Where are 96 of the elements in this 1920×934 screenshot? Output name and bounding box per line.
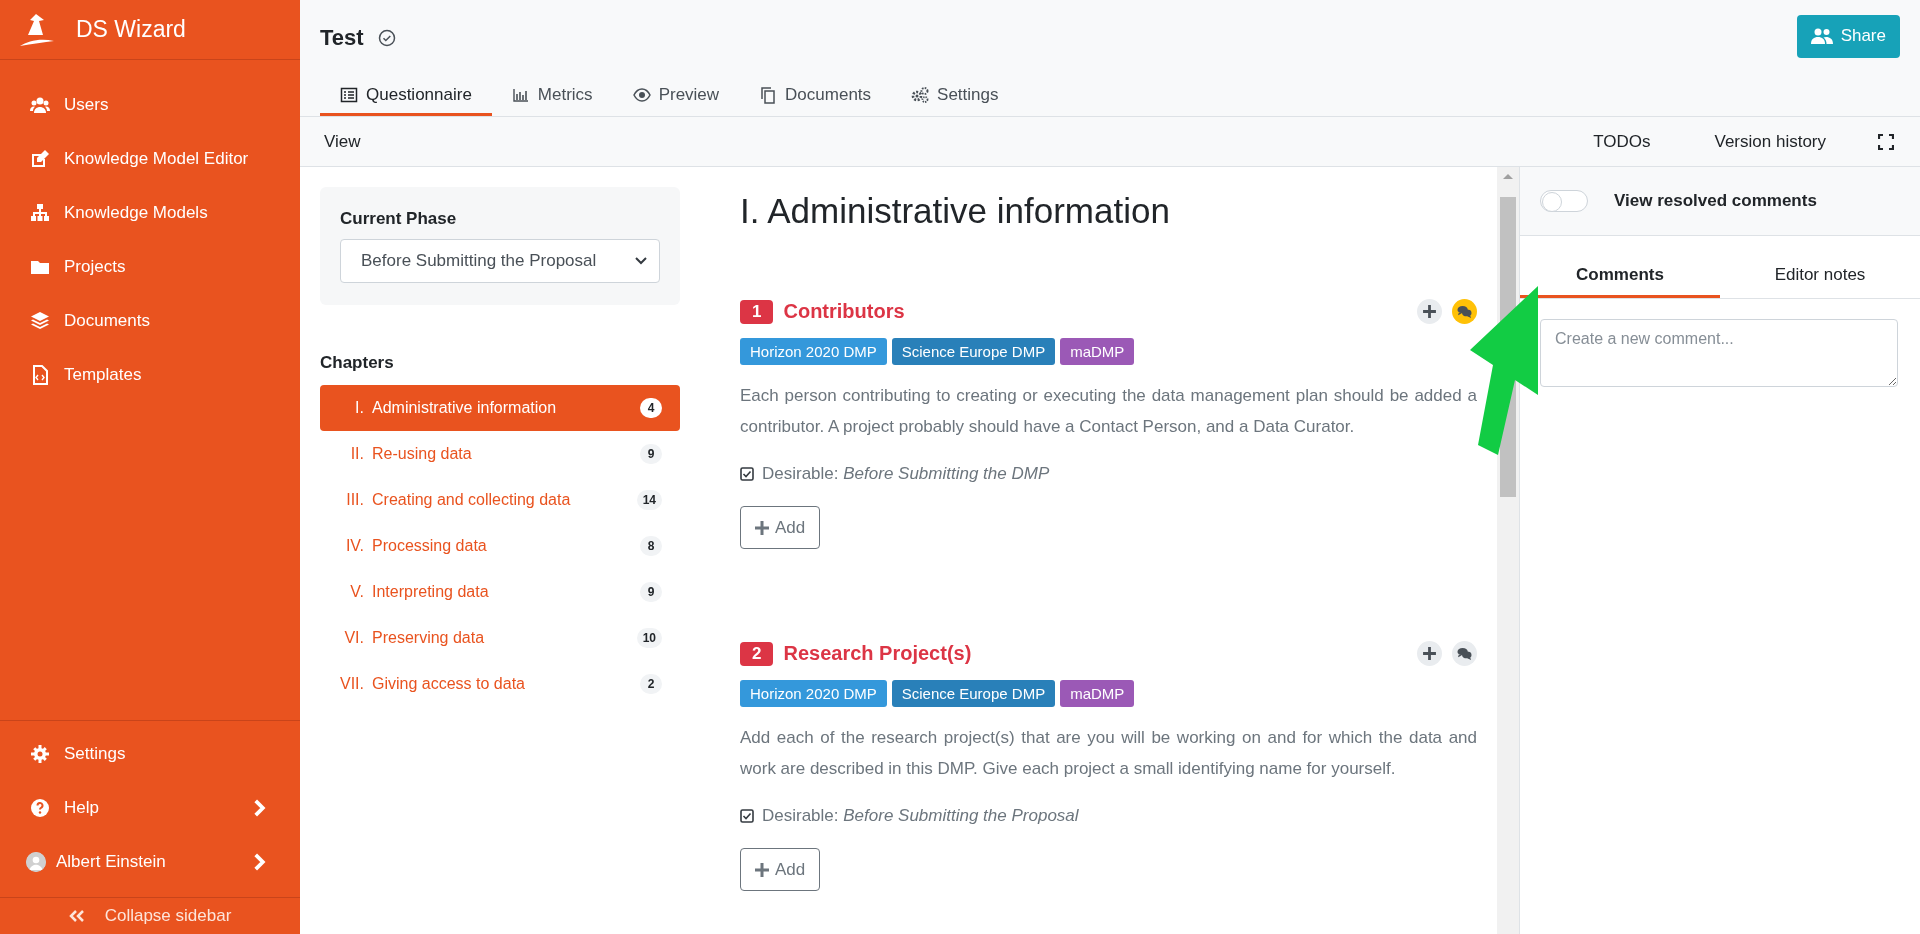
project-title: Test — [320, 25, 364, 51]
fullscreen-icon[interactable] — [1878, 133, 1894, 150]
chapter-title: Re-using data — [372, 445, 472, 463]
toolbar-link[interactable]: Version history — [1702, 131, 1838, 152]
plus-icon — [755, 520, 769, 535]
tag: Science Europe DMP — [891, 338, 1056, 365]
chapter-item[interactable]: VI. Preserving data 10 — [320, 615, 680, 661]
check-circle-icon — [377, 29, 396, 47]
sitemap-icon — [30, 203, 50, 223]
chapter-title: Interpreting data — [372, 583, 489, 601]
chapter-title: Creating and collecting data — [372, 491, 571, 509]
desirable-phase: Desirable: Before Submitting the Proposal — [762, 806, 1079, 827]
plus-icon — [755, 862, 769, 877]
add-item-button[interactable] — [1417, 641, 1442, 667]
chapter-number: II. — [349, 445, 365, 463]
phase-label: Current Phase — [340, 209, 458, 229]
comments-icon — [1457, 304, 1472, 319]
comments-button[interactable] — [1452, 299, 1477, 324]
sidebar-item[interactable]: Settings — [0, 727, 300, 781]
chapter-item[interactable]: V. Interpreting data 9 — [320, 569, 680, 615]
layers-icon — [30, 311, 50, 331]
chapter-number: I. — [354, 399, 365, 417]
file-code-icon — [30, 365, 50, 385]
question-count: 14 — [636, 490, 662, 510]
chapter-title: I. Administrative information — [740, 191, 1171, 231]
app-name: DS Wizard — [76, 16, 186, 43]
chapter-title: Processing data — [372, 537, 487, 555]
plus-icon — [1422, 304, 1437, 319]
tab[interactable]: Settings — [891, 76, 1019, 116]
sidebar-item[interactable]: Knowledge Models — [0, 186, 300, 240]
chevron-down-icon — [635, 257, 647, 265]
toolbar-link[interactable]: TODOs — [1581, 131, 1663, 152]
tab[interactable]: Metrics — [491, 76, 613, 116]
eye-icon — [632, 85, 651, 104]
chapter-number: III. — [345, 491, 365, 509]
question-count: 9 — [640, 444, 662, 464]
chapter-number: VI. — [343, 629, 365, 647]
help-icon — [30, 798, 50, 818]
chapter-item[interactable]: IV. Processing data 8 — [320, 523, 680, 569]
add-item-button[interactable] — [1417, 299, 1442, 324]
sidebar-item[interactable]: Users — [0, 78, 300, 132]
tab[interactable]: Preview — [612, 76, 740, 116]
sidebar-item[interactable]: Help — [0, 781, 300, 835]
sidebar-item[interactable]: Documents — [0, 294, 300, 348]
toggle-switch[interactable] — [1540, 190, 1588, 212]
chapter-number: IV. — [344, 537, 365, 555]
question-description: Each person contributing to creating or executing the data management plan should be added a contributor. A project probably should have a Contact Person, and a Data Curator. — [740, 385, 1477, 438]
user-menu[interactable]: Albert Einstein — [0, 835, 300, 889]
chapter-item[interactable]: VII. Giving access to data 2 — [320, 661, 680, 707]
question-number: 1 — [740, 299, 774, 324]
chapter-item[interactable]: I. Administrative information 4 — [320, 385, 680, 431]
question-description: Add each of the research project(s) that are you will be working on and for which the data and work are described in this DMP. Give each project a small identifying name for yourself. — [740, 727, 1477, 780]
view-menu[interactable]: View — [312, 131, 373, 152]
question-count: 2 — [640, 674, 662, 694]
question-count: 10 — [636, 628, 662, 648]
settings-icon — [30, 744, 50, 764]
comments-icon — [1457, 646, 1472, 662]
question-count: 9 — [640, 582, 662, 602]
add-button[interactable]: Add — [740, 506, 821, 550]
tag: Horizon 2020 DMP — [740, 680, 887, 708]
tab[interactable]: Documents — [739, 76, 892, 116]
tag: maDMP — [1060, 680, 1135, 708]
tag: maDMP — [1060, 338, 1135, 365]
comments-button[interactable] — [1452, 641, 1477, 667]
question-count: 4 — [640, 398, 662, 418]
sidebar-item[interactable]: Projects — [0, 240, 300, 294]
chapter-title: Administrative information — [372, 399, 557, 417]
question-title: Contributors — [783, 300, 905, 323]
phase-select[interactable]: Before Submitting the Proposal — [340, 239, 660, 283]
users-icon — [1810, 28, 1833, 44]
tab[interactable]: Editor notes — [1720, 254, 1920, 298]
plus-icon — [1422, 646, 1437, 662]
chapter-item[interactable]: III. Creating and collecting data 14 — [320, 477, 680, 523]
sidebar-item[interactable]: Templates — [0, 348, 300, 402]
desirable-phase: Desirable: Before Submitting the DMP — [762, 464, 1050, 485]
tag: Horizon 2020 DMP — [740, 338, 887, 365]
chapter-number: V. — [349, 583, 365, 601]
question-title: Research Project(s) — [783, 642, 972, 666]
chapter-title: Giving access to data — [372, 675, 525, 693]
toggle-label: View resolved comments — [1614, 191, 1817, 211]
sidebar-item[interactable]: Knowledge Model Editor — [0, 132, 300, 186]
comment-field[interactable]: Create a new comment... — [1540, 319, 1898, 387]
avatar-icon — [26, 852, 46, 872]
double-chevron-icon — [68, 909, 85, 923]
edit-icon — [30, 149, 50, 169]
add-button[interactable]: Add — [740, 848, 821, 892]
question-number: 2 — [740, 641, 774, 666]
copy-icon — [759, 85, 778, 104]
chapter-item[interactable]: II. Re-using data 9 — [320, 431, 680, 477]
users-icon — [30, 95, 50, 115]
chapter-number: VII. — [339, 675, 365, 693]
chapter-title: Preserving data — [372, 629, 485, 647]
tag: Science Europe DMP — [891, 680, 1056, 708]
chapters-heading: Chapters — [320, 353, 395, 373]
list-icon — [340, 85, 358, 104]
question-count: 8 — [640, 536, 662, 556]
